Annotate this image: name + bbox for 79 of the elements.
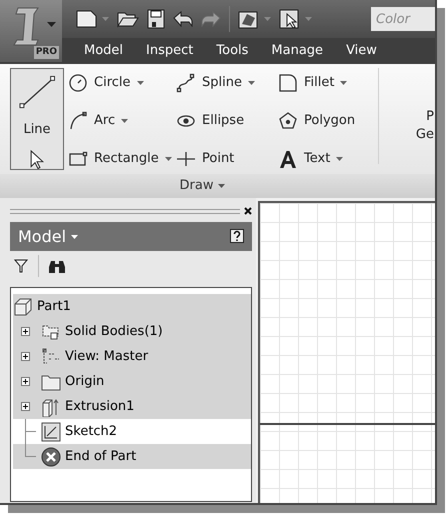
appearance-button[interactable] <box>238 9 271 29</box>
letter-a-icon <box>278 149 298 169</box>
caret-icon <box>47 22 56 27</box>
mouse-pointer-icon <box>30 150 44 169</box>
caret-icon <box>218 184 226 188</box>
caret-icon <box>248 81 255 85</box>
line-tool-button[interactable]: Line <box>10 68 64 170</box>
draw-tool-button[interactable]: Arc <box>68 108 176 134</box>
color-field[interactable]: Color <box>371 7 435 31</box>
caret-icon <box>340 81 348 85</box>
ribbon-tab[interactable]: Inspect <box>144 41 196 61</box>
fillet-icon <box>278 73 298 93</box>
cube-icon <box>13 296 33 316</box>
caret-icon <box>305 17 312 21</box>
caret-icon <box>102 17 109 21</box>
draw-tool-button[interactable]: Text <box>278 146 376 172</box>
tree-item-label: Solid Bodies(1) <box>65 322 163 341</box>
draw-tool-button[interactable]: Fillet <box>278 70 376 96</box>
redo-icon[interactable] <box>201 11 221 27</box>
tree-item[interactable]: Part1 <box>13 294 251 319</box>
extrusion-icon <box>41 396 61 416</box>
end-marker-icon <box>41 446 61 466</box>
caret-icon <box>71 234 78 238</box>
tree-item[interactable]: View: Master <box>13 344 251 369</box>
binoculars-icon[interactable] <box>49 259 65 273</box>
open-folder-icon[interactable] <box>117 10 139 28</box>
circle-icon <box>68 73 88 93</box>
expand-button[interactable] <box>21 327 30 336</box>
draw-tool-button[interactable]: Ellipse <box>176 108 278 134</box>
arc-icon <box>68 111 88 131</box>
caret-icon <box>121 119 128 123</box>
browser-title: Model <box>18 226 66 248</box>
caret-icon <box>136 81 144 85</box>
ribbon-tab[interactable]: View <box>344 41 379 61</box>
save-icon[interactable] <box>147 9 165 29</box>
view-icon <box>41 346 61 366</box>
select-button[interactable] <box>279 9 312 29</box>
grip-bar[interactable] <box>10 208 240 214</box>
draw-tool-button[interactable]: Spline <box>176 70 278 96</box>
tree-item[interactable]: Solid Bodies(1) <box>13 319 251 344</box>
tree-item[interactable]: End of Part <box>13 444 251 469</box>
cut-off-label: Ge <box>416 128 434 142</box>
sketch-grid-canvas[interactable] <box>258 201 435 503</box>
draw-tool-button[interactable]: Rectangle <box>68 146 176 172</box>
tree-item-label: View: Master <box>65 348 148 366</box>
point-icon <box>176 149 196 169</box>
help-icon[interactable] <box>230 228 244 244</box>
application-button[interactable]: PRO <box>0 0 62 62</box>
tree-item-label: Sketch2 <box>65 422 118 441</box>
panel-title-bar[interactable]: Draw <box>0 174 435 198</box>
expand-button[interactable] <box>21 377 30 386</box>
expand-button[interactable] <box>21 352 30 361</box>
ribbon-tab[interactable]: Tools <box>214 41 250 61</box>
tree-item-label: End of Part <box>65 448 136 466</box>
draw-tool-button[interactable]: Polygon <box>278 108 376 134</box>
tree-item-label: Part1 <box>37 298 71 316</box>
browser-header[interactable]: Model <box>10 222 252 251</box>
line-icon <box>17 75 57 110</box>
new-file-button[interactable] <box>76 10 109 28</box>
tree-item[interactable]: Extrusion1 <box>13 394 251 419</box>
caret-icon <box>264 17 271 21</box>
ribbon-tab[interactable]: Manage <box>269 41 326 61</box>
ribbon-tab[interactable]: Model <box>82 41 126 61</box>
tree-item[interactable]: Origin <box>13 369 251 394</box>
caret-icon <box>164 157 172 161</box>
sketch-icon <box>41 422 61 442</box>
draw-tool-button[interactable]: Circle <box>68 70 176 96</box>
draw-tool-button[interactable]: Point <box>176 146 278 172</box>
undo-icon[interactable] <box>173 11 193 27</box>
tree-item-label: Origin <box>65 372 104 391</box>
filter-icon[interactable] <box>14 259 28 273</box>
caret-icon <box>336 157 344 161</box>
cut-off-label: P <box>426 110 434 124</box>
tree-item-label: Extrusion1 <box>65 398 134 416</box>
polygon-icon <box>278 111 298 131</box>
edition-badge: PRO <box>34 46 59 59</box>
expand-button[interactable] <box>21 402 30 411</box>
spline-icon <box>176 73 196 93</box>
close-icon[interactable] <box>244 207 252 215</box>
